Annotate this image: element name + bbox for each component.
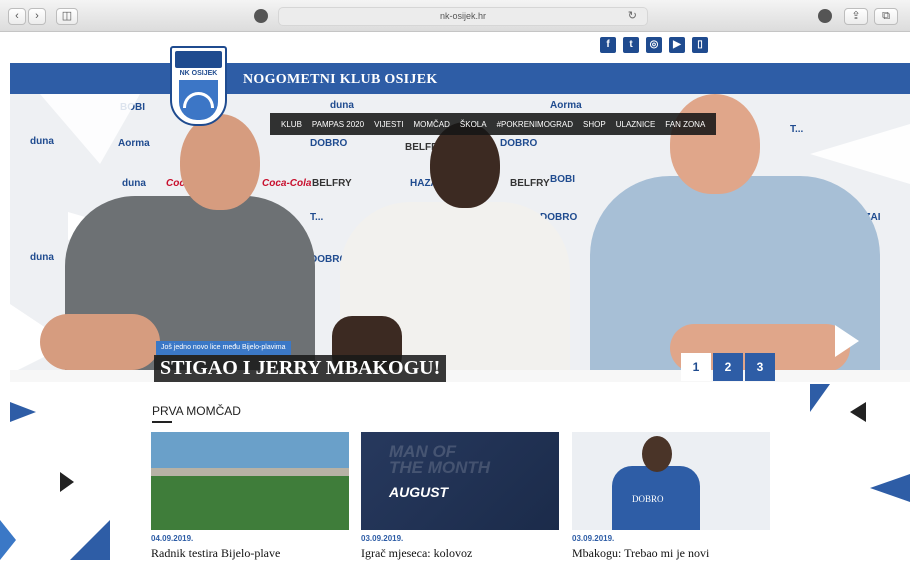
section-underline [152, 421, 172, 423]
photo-head-right [670, 94, 760, 194]
next-slide-arrow-icon[interactable] [835, 325, 859, 357]
slide-page-button[interactable]: 2 [713, 353, 743, 381]
main-nav: KLUB PAMPAS 2020 VIJESTI MOMČAD ŠKOLA #P… [270, 113, 717, 135]
news-card[interactable]: 04.09.2019. Radnik testira Bijelo-plave [151, 432, 349, 561]
sponsor-logo: Coca-Cola [262, 178, 312, 189]
hero-slider[interactable]: BOBI duna Aorma DOBRO BELFRY DOBRO duna … [10, 94, 910, 382]
nav-item-fan-zona[interactable]: FAN ZONA [665, 120, 705, 129]
slide-page-button[interactable]: 3 [745, 353, 775, 381]
news-card[interactable]: MAN OF THE MONTH AUGUST 03.09.2019. Igra… [361, 432, 559, 561]
slide-pager: 1 2 3 [681, 353, 777, 381]
sponsor-logo: T... [310, 212, 324, 223]
decor-triangle [10, 402, 36, 422]
thumb-month: AUGUST [389, 484, 449, 500]
nav-item-klub[interactable]: KLUB [281, 120, 302, 129]
news-thumbnail[interactable] [151, 432, 349, 530]
header-band [10, 63, 910, 94]
decor-triangle [40, 94, 140, 164]
crest-text: NK OSIJEK [179, 70, 218, 77]
facebook-icon[interactable]: f [600, 37, 616, 53]
decor-triangle [60, 472, 74, 492]
back-button[interactable]: ‹ [8, 8, 26, 25]
browser-toolbar: ‹ › ◫ nk-osijek.hr ↻ ⇪ ⧉ [0, 0, 910, 32]
decor-triangle [0, 520, 16, 560]
tabs-button[interactable]: ⧉ [874, 8, 898, 25]
news-title[interactable]: Mbakogu: Trebao mi je novi [572, 546, 770, 561]
share-button[interactable]: ⇪ [844, 8, 868, 25]
nav-item-pokrenimograd[interactable]: #POKRENIMOGRAD [497, 120, 573, 129]
news-date: 04.09.2019. [151, 534, 194, 543]
nav-item-shop[interactable]: SHOP [583, 120, 606, 129]
sponsor-logo: BELFRY [510, 178, 550, 189]
club-name[interactable]: NOGOMETNI KLUB OSIJEK [243, 72, 438, 88]
sponsor-logo: duna [122, 178, 146, 189]
news-date: 03.09.2019. [572, 534, 615, 543]
slide-headline[interactable]: STIGAO I JERRY MBAKOGU! [154, 355, 447, 382]
sponsor-logo: Aorma [550, 100, 582, 111]
twitter-icon[interactable]: t [623, 37, 639, 53]
photo-arm-left [40, 314, 160, 370]
reload-icon[interactable]: ↻ [628, 8, 637, 25]
forward-button[interactable]: › [28, 8, 46, 25]
sidebar-toggle-button[interactable]: ◫ [56, 8, 78, 25]
news-thumbnail[interactable]: DOBRO [572, 432, 770, 530]
section-title[interactable]: PRVA MOMČAD [152, 404, 241, 418]
sponsor-logo: DOBRO [500, 138, 538, 149]
decor-triangle [810, 124, 910, 184]
stadium-pitch [151, 476, 349, 530]
thumb-player-head [642, 436, 672, 472]
crest-top [175, 51, 222, 68]
news-title[interactable]: Igrač mjeseca: kolovoz [361, 546, 559, 561]
news-title[interactable]: Radnik testira Bijelo-plave [151, 546, 349, 561]
site-settings-icon[interactable] [254, 9, 268, 23]
slide-page-button[interactable]: 1 [681, 353, 711, 381]
decor-triangle [70, 520, 110, 560]
decor-triangle [850, 402, 866, 422]
decor-triangle [870, 474, 910, 502]
youtube-icon[interactable]: ▶ [669, 37, 685, 53]
news-thumbnail[interactable]: MAN OF THE MONTH AUGUST [361, 432, 559, 530]
thumb-motm-line: THE MONTH [389, 458, 491, 477]
nav-item-ulaznice[interactable]: ULAZNICE [616, 120, 656, 129]
sponsor-logo: DOBRO [310, 138, 348, 149]
club-crest-logo[interactable]: NK OSIJEK [170, 46, 227, 126]
thumb-shirt-text: DOBRO [632, 494, 664, 504]
address-bar[interactable]: nk-osijek.hr ↻ [278, 7, 648, 26]
nav-item-vijesti[interactable]: VIJESTI [374, 120, 403, 129]
sponsor-logo: BELFRY [312, 178, 352, 189]
nav-item-momcad[interactable]: MOMČAD [413, 120, 449, 129]
slide-kicker[interactable]: Još jedno novo lice među Bijelo-plavima [156, 341, 291, 355]
nav-item-pampas[interactable]: PAMPAS 2020 [312, 120, 364, 129]
news-card[interactable]: DOBRO 03.09.2019. Mbakogu: Trebao mi je … [572, 432, 770, 561]
document-icon[interactable]: ▯ [692, 37, 708, 53]
sponsor-logo: duna [330, 100, 354, 111]
photo-head-left [180, 114, 260, 210]
nav-item-skola[interactable]: ŠKOLA [460, 120, 487, 129]
sponsor-logo: T... [790, 124, 804, 135]
decor-triangle [810, 384, 830, 412]
social-links: f t ◎ ▶ ▯ [600, 37, 708, 53]
news-date: 03.09.2019. [361, 534, 404, 543]
thumb-motm-text: MAN OF THE MONTH [389, 443, 491, 477]
sponsor-logo: duna [30, 252, 54, 263]
sponsor-logo: BOBI [550, 174, 575, 185]
extension-icon[interactable] [818, 9, 832, 23]
url-text: nk-osijek.hr [439, 11, 486, 21]
instagram-icon[interactable]: ◎ [646, 37, 662, 53]
